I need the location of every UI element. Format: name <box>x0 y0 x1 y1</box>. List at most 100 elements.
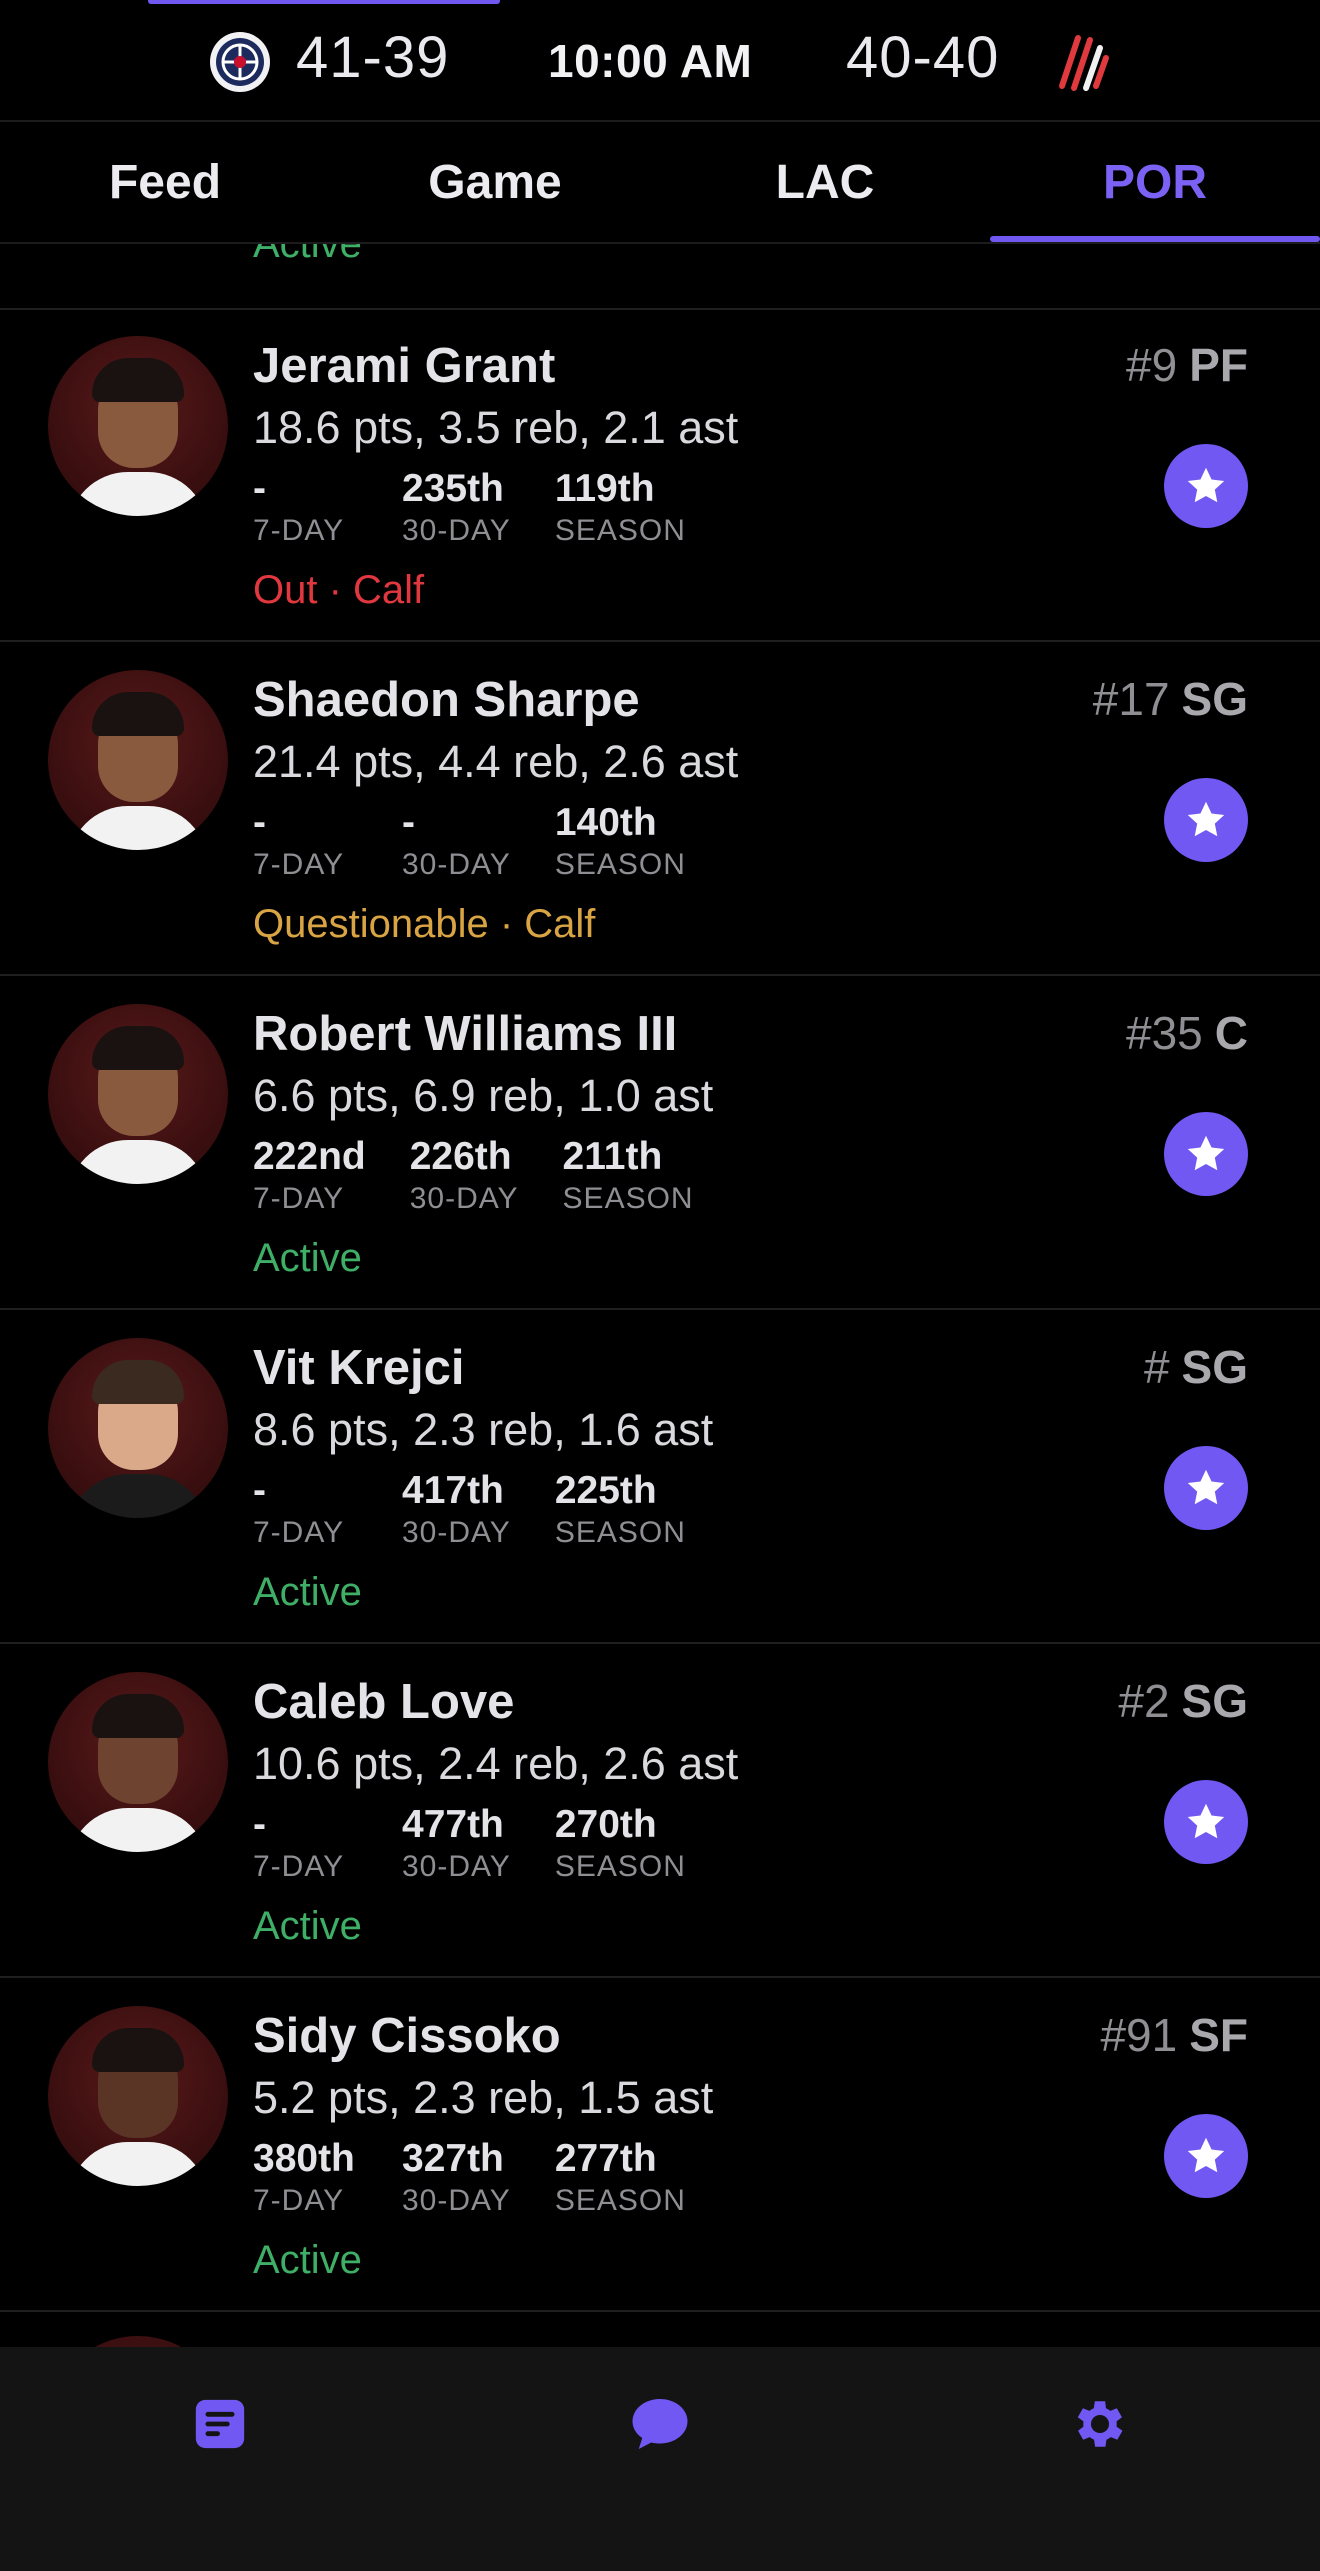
jersey-position: #9 PF <box>1126 338 1248 392</box>
tab-lac[interactable]: LAC <box>660 122 990 242</box>
player-name: Sidy Cissoko <box>253 2009 561 2063</box>
list-item[interactable] <box>0 2308 1320 2347</box>
player-averages: 6.6 pts, 6.9 reb, 1.0 ast <box>253 1070 714 1121</box>
favorite-button[interactable] <box>1164 444 1248 528</box>
rank-7day-label: 7-DAY <box>253 1182 345 1215</box>
jersey-number: #91 <box>1100 2009 1178 2061</box>
star-icon <box>1187 1469 1225 1505</box>
player-row[interactable]: Jerami Grant 18.6 pts, 3.5 reb, 2.1 ast … <box>0 308 1320 642</box>
nav-chat-button[interactable] <box>620 2389 700 2459</box>
rank-season-value: 270th <box>554 1803 657 1846</box>
player-avatar <box>48 2006 228 2186</box>
player-list[interactable]: Active Jerami Grant 18.6 pts, 3.5 reb, 2… <box>0 244 1320 2347</box>
player-position: SG <box>1181 1675 1248 1727</box>
player-ranks: - 7-DAY 477th 30-DAY 270th SEASON <box>253 1802 730 1886</box>
player-row[interactable]: Caleb Love 10.6 pts, 2.4 reb, 2.6 ast - 7… <box>0 1644 1320 1978</box>
player-row[interactable]: Robert Williams III 6.6 pts, 6.9 reb, 1.… <box>0 976 1320 1310</box>
jersey-number: #2 <box>1118 1675 1170 1727</box>
player-avatar <box>48 670 228 850</box>
favorite-button[interactable] <box>1164 1112 1248 1196</box>
player-averages: 5.2 pts, 2.3 reb, 1.5 ast <box>253 2072 714 2123</box>
player-avatar <box>48 1338 228 1518</box>
player-averages: 8.6 pts, 2.3 reb, 1.6 ast <box>253 1404 714 1455</box>
rank-7day-label: 7-DAY <box>253 1850 345 1883</box>
player-avatar <box>48 336 228 516</box>
jersey-position: #35 C <box>1126 1006 1248 1060</box>
player-ranks: 380th 7-DAY 327th 30-DAY 277th SEASON <box>253 2136 730 2220</box>
scoreboard-header: 41-39 10:00 AM 40-40 <box>0 0 1320 120</box>
rank-30day-label: 30-DAY <box>402 848 511 881</box>
home-team-record: 40-40 <box>846 25 1000 90</box>
player-row[interactable]: Vit Krejci 8.6 pts, 2.3 reb, 1.6 ast - 7-… <box>0 1310 1320 1644</box>
rank-season-value: 119th <box>554 467 655 510</box>
clippers-logo-icon <box>210 32 270 92</box>
star-icon <box>1187 1135 1225 1171</box>
player-position: C <box>1214 1007 1248 1059</box>
player-status: Active <box>253 244 362 266</box>
rank-30day-label: 30-DAY <box>402 514 511 547</box>
game-time: 10:00 AM <box>548 35 753 87</box>
rank-7day-value: - <box>253 467 266 510</box>
player-row[interactable]: Shaedon Sharpe 21.4 pts, 4.4 reb, 2.6 as… <box>0 642 1320 976</box>
rank-season-value: 277th <box>554 2137 657 2180</box>
tab-feed[interactable]: Feed <box>0 122 330 242</box>
player-status: Out · Calf <box>253 568 425 612</box>
bottom-nav-bar <box>0 2347 1320 2571</box>
player-position: PF <box>1189 339 1248 391</box>
star-icon <box>1187 467 1225 503</box>
away-team-record: 41-39 <box>296 25 450 90</box>
rank-30day-label: 30-DAY <box>402 2184 511 2217</box>
rank-7day-label: 7-DAY <box>253 848 345 881</box>
header-accent-line <box>148 0 500 4</box>
tab-por[interactable]: POR <box>990 122 1320 242</box>
tab-bar: Feed Game LAC POR <box>0 122 1320 242</box>
rank-30day-value: 235th <box>402 467 504 510</box>
player-avatar <box>48 2336 228 2347</box>
rank-season-value: 225th <box>554 1469 657 1512</box>
rank-season-value: 140th <box>554 801 657 844</box>
rank-30day-value: - <box>402 801 415 844</box>
player-averages: 10.6 pts, 2.4 reb, 2.6 ast <box>253 1738 739 1789</box>
rank-30day-label: 30-DAY <box>402 1850 511 1883</box>
rank-7day-value: 380th <box>253 2137 355 2180</box>
rank-7day-value: 222nd <box>253 1135 366 1178</box>
blazers-logo-icon <box>1052 30 1112 94</box>
player-position: SG <box>1181 1341 1248 1393</box>
player-row[interactable]: Sidy Cissoko 5.2 pts, 2.3 reb, 1.5 ast 3… <box>0 1978 1320 2312</box>
player-ranks: - 7-DAY 235th 30-DAY 119th SEASON <box>253 466 730 550</box>
tab-game[interactable]: Game <box>330 122 660 242</box>
player-name: Shaedon Sharpe <box>253 673 640 727</box>
rank-30day-value: 226th <box>409 1135 512 1178</box>
favorite-button[interactable] <box>1164 2114 1248 2198</box>
rank-30day-value: 327th <box>402 2137 504 2180</box>
rank-30day-label: 30-DAY <box>402 1516 511 1549</box>
jersey-position: #17 SG <box>1093 672 1248 726</box>
player-position: SG <box>1181 673 1248 725</box>
jersey-position: # SG <box>1144 1340 1248 1394</box>
player-ranks: 222nd 7-DAY 226th 30-DAY 211th SEASON <box>253 1134 738 1218</box>
favorite-button[interactable] <box>1164 1780 1248 1864</box>
rank-season-label: SEASON <box>562 1182 694 1215</box>
player-avatar <box>48 1672 228 1852</box>
rank-7day-value: - <box>253 1469 266 1512</box>
rank-30day-label: 30-DAY <box>409 1182 519 1215</box>
rank-season-label: SEASON <box>554 514 686 547</box>
player-position: SF <box>1189 2009 1248 2061</box>
jersey-position: #2 SG <box>1118 1674 1248 1728</box>
nav-settings-button[interactable] <box>1060 2389 1140 2459</box>
jersey-number: # <box>1143 1341 1170 1393</box>
player-name: Vit Krejci <box>253 1341 465 1395</box>
star-icon <box>1187 1803 1225 1839</box>
list-item[interactable]: Active <box>0 244 1320 310</box>
player-name: Jerami Grant <box>253 339 556 393</box>
rank-7day-label: 7-DAY <box>253 1516 345 1549</box>
player-ranks: - 7-DAY - 30-DAY 140th SEASON <box>253 800 730 884</box>
nav-feed-button[interactable] <box>180 2389 260 2459</box>
rank-7day-value: - <box>253 801 266 844</box>
feed-icon <box>195 2399 245 2449</box>
favorite-button[interactable] <box>1164 778 1248 862</box>
player-name: Caleb Love <box>253 1675 515 1729</box>
player-status: Active <box>253 1904 362 1948</box>
player-status: Active <box>253 2238 362 2282</box>
favorite-button[interactable] <box>1164 1446 1248 1530</box>
